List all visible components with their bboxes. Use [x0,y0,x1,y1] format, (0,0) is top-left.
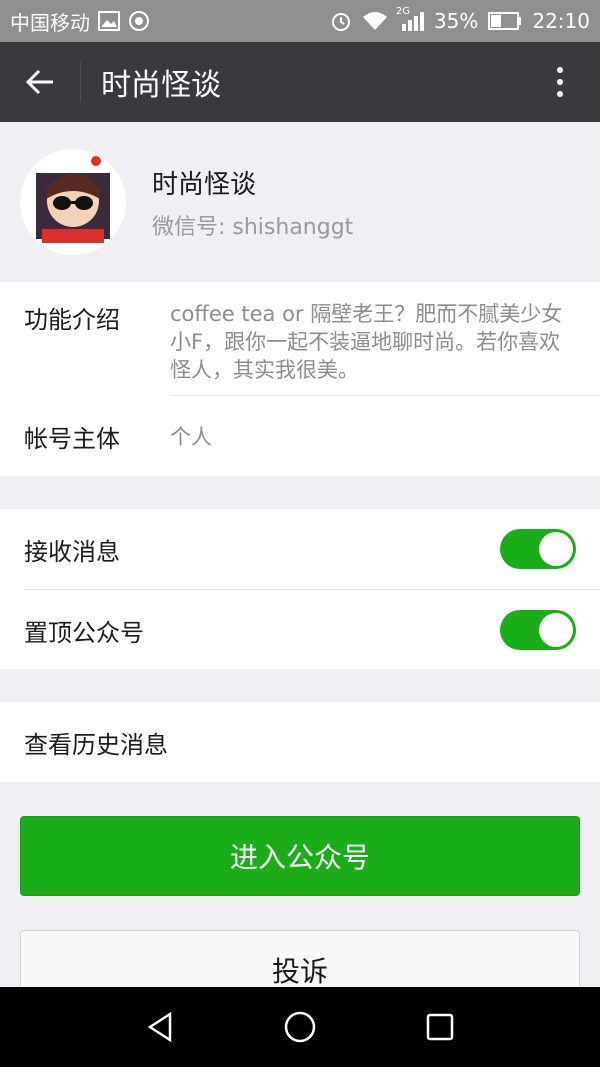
system-nav-bar [0,987,600,1067]
more-vertical-icon [556,66,564,98]
status-right: 2G 35% 22:10 [330,6,590,33]
avatar[interactable] [20,149,126,255]
intro-value: coffee tea or 隔壁老王？肥而不腻美少女小F，跟你一起不装逼地聊时尚… [170,302,563,382]
account-name: 时尚怪谈 [152,169,257,200]
arrow-left-icon [25,69,55,95]
account-value: 个人 [170,424,212,449]
carrier-label: 中国移动 [10,10,90,35]
back-triangle-icon [146,1011,174,1043]
wechat-id: 微信号: shishanggt [152,214,354,240]
view-history-label: 查看历史消息 [24,730,168,759]
page-title: 时尚怪谈 [101,68,221,103]
avatar-illustration [20,149,126,255]
more-button[interactable] [520,42,600,122]
receive-messages-label: 接收消息 [24,537,120,566]
wifi-icon [362,11,388,31]
back-button[interactable] [0,42,80,122]
network-type-label: 2G [395,6,411,17]
receive-messages-row: 接收消息 [0,509,600,589]
signal-icon: 2G [396,6,424,32]
intro-row: 功能介绍 coffee tea or 隔壁老王？肥而不腻美少女小F，跟你一起不装… [0,282,600,395]
nav-recents-button[interactable] [410,997,470,1057]
title-bar: 时尚怪谈 [0,42,600,122]
receive-messages-toggle[interactable] [500,529,576,569]
intro-label: 功能介绍 [24,306,120,334]
pin-account-toggle[interactable] [500,610,576,650]
profile-text: 时尚怪谈 微信号: shishanggt [152,164,353,241]
account-row: 帐号主体 个人 [0,396,600,477]
nav-home-button[interactable] [270,997,330,1057]
toggle-knob [539,532,573,566]
clock: 22:10 [532,9,590,33]
settings-card: 接收消息 置顶公众号 [0,509,600,669]
status-bar: 中国移动 2G 35% 22:10 [0,0,600,42]
home-circle-icon [283,1010,317,1044]
nav-back-button[interactable] [130,997,190,1057]
battery-icon [488,12,522,30]
recents-square-icon [425,1012,455,1042]
view-history-row[interactable]: 查看历史消息 [0,702,600,782]
app-notification-icon [128,10,150,32]
profile-header: 时尚怪谈 微信号: shishanggt [0,122,600,282]
image-icon [98,11,120,31]
battery-percent: 35% [433,9,479,33]
enter-account-button[interactable]: 进入公众号 [20,816,580,896]
info-card: 功能介绍 coffee tea or 隔壁老王？肥而不腻美少女小F，跟你一起不装… [0,282,600,476]
status-left: 中国移动 [10,7,150,36]
account-label: 帐号主体 [24,425,120,453]
pin-account-label: 置顶公众号 [24,618,144,647]
title-divider [80,62,81,102]
pin-account-row: 置顶公众号 [0,590,600,670]
alarm-icon [330,10,352,32]
toggle-knob [539,613,573,647]
